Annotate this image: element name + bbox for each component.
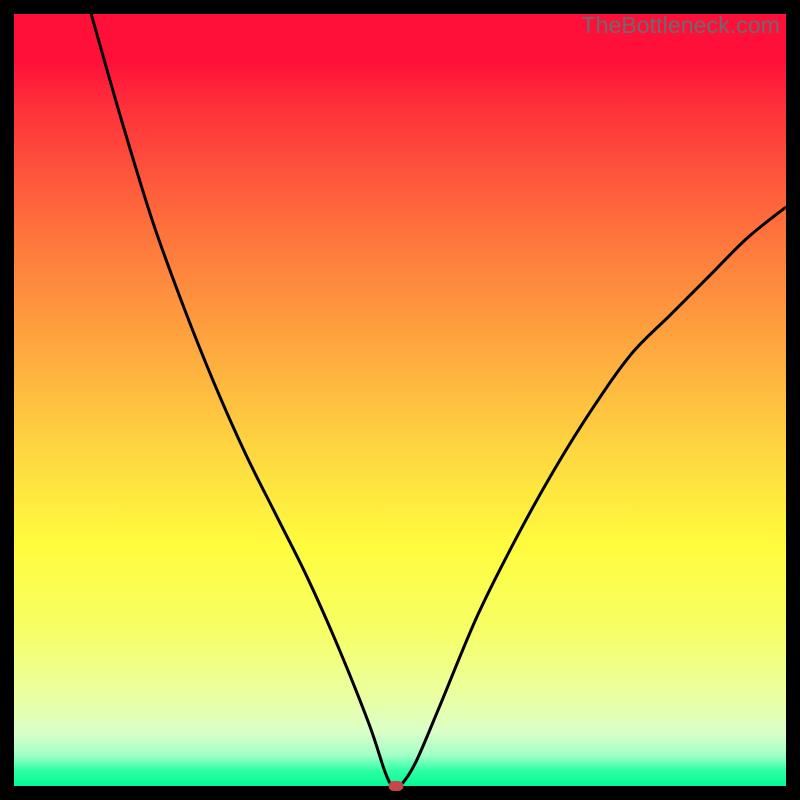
chart-frame: TheBottleneck.com	[0, 0, 800, 800]
curve-layer	[14, 14, 786, 786]
bottleneck-curve	[91, 14, 786, 786]
bottleneck-marker	[389, 781, 404, 791]
chart-plot-area: TheBottleneck.com	[14, 14, 786, 786]
